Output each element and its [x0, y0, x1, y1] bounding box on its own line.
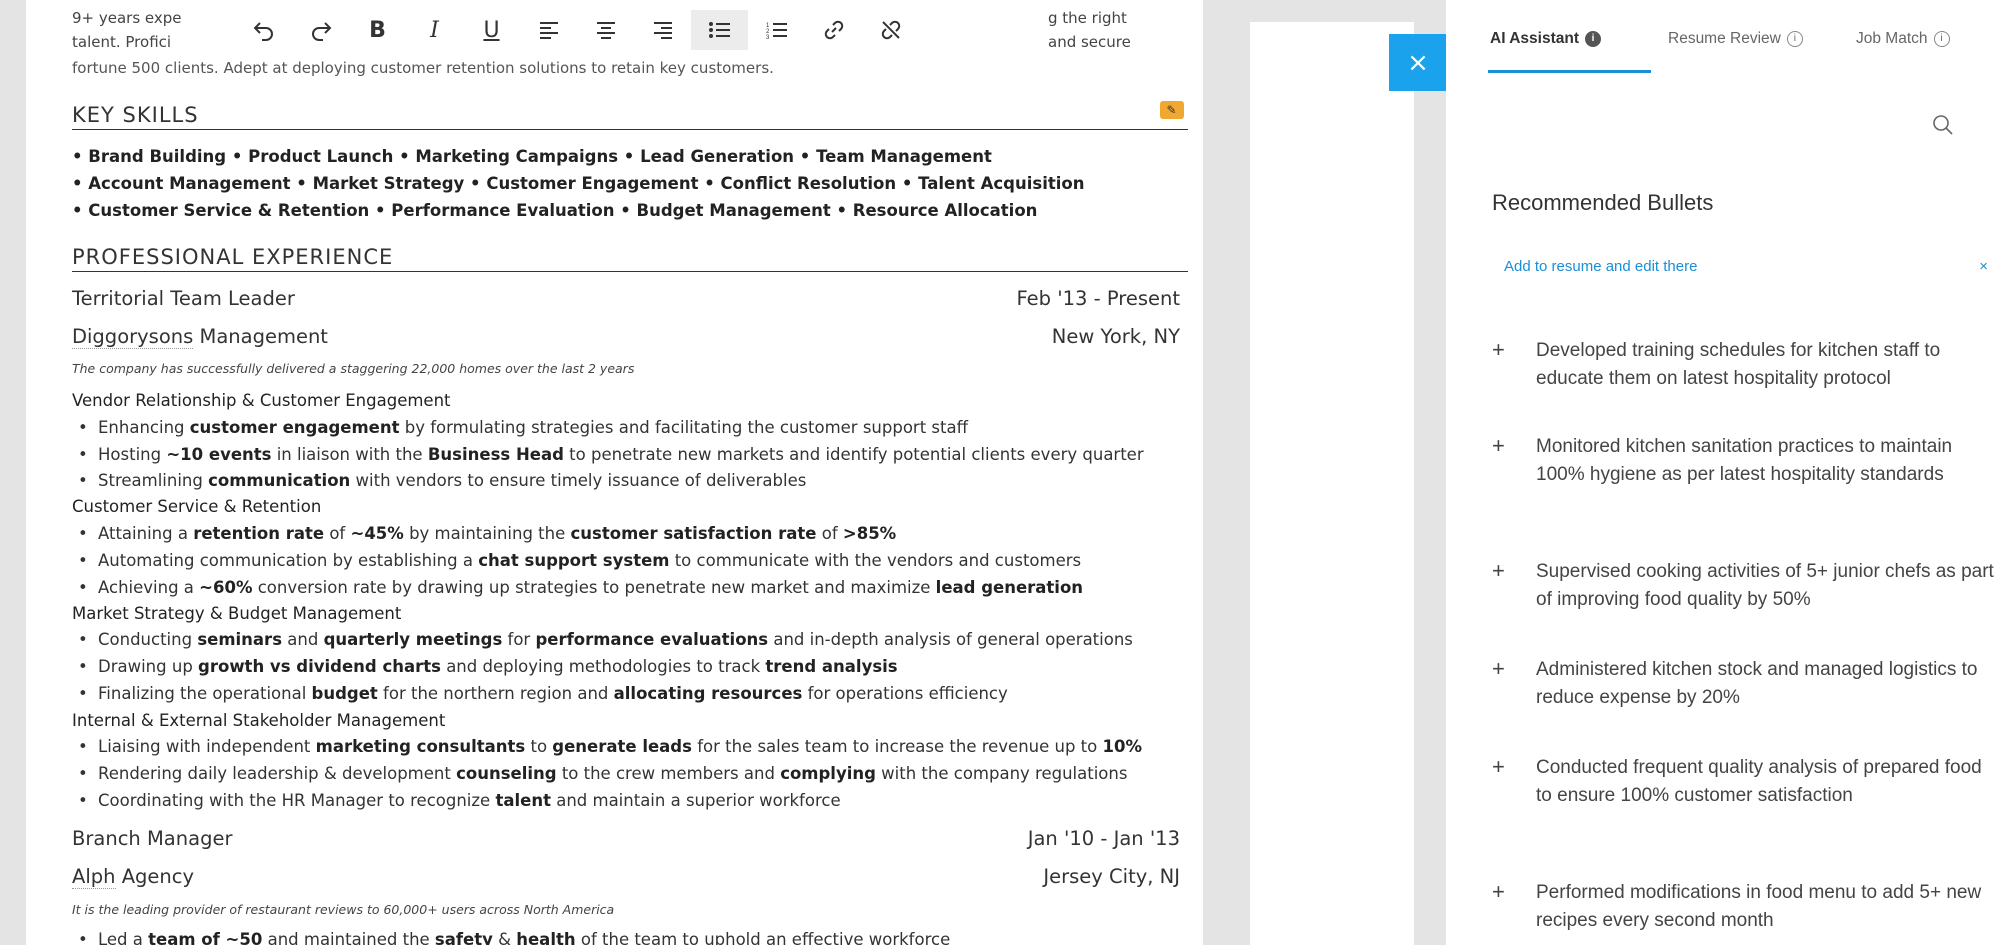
page-gap [1250, 22, 1414, 945]
bullet-text: Performed modifications in food menu to … [1536, 882, 1982, 931]
job-dates: Feb '13 - Present [1016, 287, 1181, 310]
job-location: Jersey City, NJ [1043, 865, 1180, 888]
job-title-row[interactable]: Branch Manager Jan '10 - Jan '13 [72, 827, 1180, 850]
bullet-line[interactable]: Attaining a retention rate of ~45% by ma… [78, 524, 896, 543]
subheading[interactable]: Internal & External Stakeholder Manageme… [72, 711, 445, 730]
job-company-row[interactable]: Diggorysons Management New York, NY [72, 325, 1180, 349]
bulleted-list-icon[interactable] [691, 10, 748, 50]
svg-text:3: 3 [766, 35, 770, 39]
bullet-line[interactable]: Streamlining communication with vendors … [78, 471, 806, 490]
panel-tabs: AI Assistant i Resume Review i Job Match i [1446, 0, 2000, 80]
tab-label: Resume Review [1668, 30, 1781, 47]
summary-line: talent. Profici [72, 33, 172, 51]
tab-job-match[interactable]: Job Match i [1856, 30, 1950, 48]
bullet-line[interactable]: Liaising with independent marketing cons… [78, 737, 1142, 756]
bullet-line[interactable]: Coordinating with the HR Manager to reco… [78, 791, 841, 810]
company-name: Diggorysons [72, 325, 194, 349]
tip-text: Add to resume and edit there [1504, 258, 1698, 275]
bullet-text: Conducted frequent quality analysis of p… [1536, 757, 1982, 806]
tip-close-icon[interactable]: × [1979, 258, 1988, 275]
section-title: KEY SKILLS [72, 103, 199, 127]
company-description[interactable]: It is the leading provider of restaurant… [72, 902, 614, 917]
add-icon[interactable]: + [1492, 337, 1505, 363]
job-title: Branch Manager [72, 827, 233, 850]
add-icon[interactable]: + [1492, 656, 1505, 682]
align-left-icon[interactable] [520, 10, 577, 50]
underline-icon[interactable]: U [463, 10, 520, 50]
link-icon[interactable] [805, 10, 862, 50]
active-tab-indicator [1488, 70, 1651, 73]
subheading[interactable]: Customer Service & Retention [72, 497, 321, 516]
skills-line: • Customer Service & Retention • Perform… [72, 201, 1038, 220]
summary-line: and secure [1048, 33, 1131, 51]
bullet-line[interactable]: Achieving a ~60% conversion rate by draw… [78, 578, 1083, 597]
undo-icon[interactable] [235, 10, 292, 50]
text-format-toolbar: B I U 123 [235, 10, 919, 50]
summary-line: fortune 500 clients. Adept at deploying … [72, 59, 774, 77]
bullet-text: Developed training schedules for kitchen… [1536, 340, 1941, 389]
tip-banner: Add to resume and edit there × [1504, 258, 1988, 282]
subheading[interactable]: Vendor Relationship & Customer Engagemen… [72, 391, 451, 410]
italic-icon[interactable]: I [406, 10, 463, 50]
skills-line: • Brand Building • Product Launch • Mark… [72, 147, 992, 166]
subheading[interactable]: Market Strategy & Budget Management [72, 604, 401, 623]
tab-label: Job Match [1856, 30, 1928, 47]
bullet-line[interactable]: Drawing up growth vs dividend charts and… [78, 657, 898, 676]
bullet-line[interactable]: Hosting ~10 events in liaison with the B… [78, 445, 1144, 464]
resume-document[interactable]: 9+ years expe g the right talent. Profic… [26, 0, 1203, 945]
add-icon[interactable]: + [1492, 433, 1505, 459]
skills-list[interactable]: • Brand Building • Product Launch • Mark… [72, 143, 1084, 224]
bullet-line[interactable]: Led a team of ~50 and maintained the saf… [78, 930, 950, 945]
company-description[interactable]: The company has successfully delivered a… [72, 361, 634, 376]
section-title: PROFESSIONAL EXPERIENCE [72, 245, 394, 269]
tab-ai-assistant[interactable]: AI Assistant i [1490, 30, 1602, 48]
align-center-icon[interactable] [577, 10, 634, 50]
info-icon: i [1786, 30, 1803, 47]
tab-resume-review[interactable]: Resume Review i [1668, 30, 1803, 48]
ai-assistant-panel: AI Assistant i Resume Review i Job Match i … [1446, 0, 2000, 945]
magic-wand-icon[interactable]: ✎ [1160, 101, 1184, 119]
summary-line: g the right [1048, 9, 1127, 27]
bullet-line[interactable]: Enhancing customer engagement by formula… [78, 418, 968, 437]
bullet-line[interactable]: Conducting seminars and quarterly meetin… [78, 630, 1133, 649]
recommended-bullets-title: Recommended Bullets [1492, 190, 1714, 215]
search-icon[interactable] [1932, 114, 1954, 141]
job-title-row[interactable]: Territorial Team Leader Feb '13 - Presen… [72, 287, 1180, 310]
company-name: Alph [72, 865, 116, 889]
tab-label: AI Assistant [1490, 30, 1580, 47]
bullet-line[interactable]: Finalizing the operational budget for th… [78, 684, 1008, 703]
skills-line: • Account Management • Market Strategy •… [72, 174, 1085, 193]
unlink-icon[interactable] [862, 10, 919, 50]
bullet-text: Monitored kitchen sanitation practices t… [1536, 436, 1953, 485]
close-panel-button[interactable]: × [1389, 34, 1447, 91]
redo-icon[interactable] [292, 10, 349, 50]
add-icon[interactable]: + [1492, 879, 1505, 905]
experience-heading[interactable]: PROFESSIONAL EXPERIENCE [72, 245, 1188, 272]
bullet-text: Administered kitchen stock and managed l… [1536, 659, 1978, 708]
add-icon[interactable]: + [1492, 754, 1505, 780]
job-title: Territorial Team Leader [72, 287, 295, 310]
job-dates: Jan '10 - Jan '13 [1027, 827, 1180, 850]
bold-icon[interactable]: B [349, 10, 406, 50]
numbered-list-icon[interactable]: 123 [748, 10, 805, 50]
bullet-text: Supervised cooking activities of 5+ juni… [1536, 561, 1994, 610]
bullet-line[interactable]: Automating communication by establishing… [78, 551, 1081, 570]
summary-line: 9+ years expe [72, 9, 182, 27]
key-skills-heading[interactable]: KEY SKILLS ✎ [72, 101, 1188, 130]
info-icon: i [1933, 30, 1950, 47]
align-right-icon[interactable] [634, 10, 691, 50]
info-icon: i [1585, 30, 1602, 47]
company-name-rest: Management [193, 325, 328, 348]
add-icon[interactable]: + [1492, 558, 1505, 584]
job-company-row[interactable]: Alph Agency Jersey City, NJ [72, 865, 1180, 889]
bullet-line[interactable]: Rendering daily leadership & development… [78, 764, 1127, 783]
company-name-rest: Agency [115, 865, 195, 888]
job-location: New York, NY [1051, 325, 1180, 348]
